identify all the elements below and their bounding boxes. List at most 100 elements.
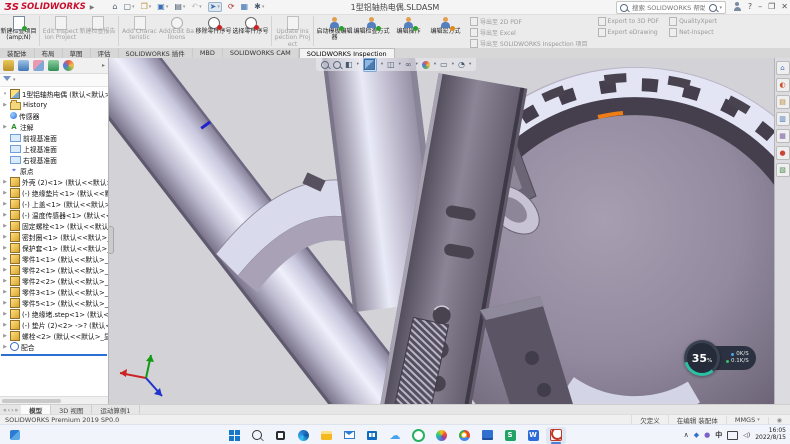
ribbon-template-editor-button[interactable]: 启动模板编辑器 bbox=[316, 14, 353, 48]
home-button[interactable]: ⌂ bbox=[112, 3, 117, 11]
ribbon-balloon-select-button[interactable]: 选择零件序号 bbox=[232, 14, 269, 48]
solidworks-resources-tab[interactable]: ◐ bbox=[776, 78, 790, 92]
home-tab[interactable]: ⌂ bbox=[776, 61, 790, 75]
help-search-box[interactable]: ▾ bbox=[616, 1, 726, 14]
command-tab-SOLIDWORKS Inspection[interactable]: SOLIDWORKS Inspection bbox=[299, 48, 395, 58]
tree-root-item[interactable]: ▾1型铝轴热电偶 (默认<默认>_显示状态-1 bbox=[0, 88, 108, 99]
taskbar-security-button[interactable] bbox=[408, 427, 428, 444]
search-input[interactable] bbox=[630, 3, 707, 13]
dimxpert-manager-tab[interactable] bbox=[48, 60, 59, 71]
tree-item[interactable]: ▶(-) 绝缘堵.step<1> (默认<<默认>_ bbox=[0, 308, 108, 319]
taskbar-solidworks-button[interactable] bbox=[546, 427, 566, 444]
property-manager-tab[interactable] bbox=[18, 60, 29, 71]
command-tab-SOLIDWORKS 插件[interactable]: SOLIDWORKS 插件 bbox=[119, 48, 193, 58]
monitor-icon[interactable] bbox=[727, 431, 738, 440]
export-item[interactable]: 导出至 SOLIDWORKS Inspection 项目 bbox=[470, 39, 588, 48]
ribbon-edit-methods-button[interactable]: 编辑检查方式 bbox=[353, 14, 390, 48]
taskbar-mail-button[interactable] bbox=[339, 427, 359, 444]
close-button[interactable]: ✕ bbox=[781, 2, 788, 11]
tree-item[interactable]: ▶外壳 (2)<1> (默认<<默认>_显示状 bbox=[0, 176, 108, 187]
export-item[interactable]: 导出至 2D PDF bbox=[470, 17, 588, 26]
tree-item[interactable]: 传感器 bbox=[0, 110, 108, 121]
tree-item[interactable]: ▶零件5<1> (默认<<默认>_显示状 bbox=[0, 297, 108, 308]
tree-item[interactable]: ▶(-) 绝缘垫片<1> (默认<<默认>_显 bbox=[0, 187, 108, 198]
taskbar-remote-desktop-button[interactable] bbox=[477, 427, 497, 444]
hud-dropdown-icon[interactable]: ▾ bbox=[416, 62, 418, 67]
tree-item[interactable]: ▶零件3<1> (默认<<默认>_显示状 bbox=[0, 286, 108, 297]
view-orientation-button[interactable] bbox=[363, 58, 377, 72]
taskbar-edge-button[interactable] bbox=[293, 427, 313, 444]
design-library-tab[interactable]: ▤ bbox=[776, 95, 790, 109]
ribbon-characteristic-button[interactable]: Add Characteristic bbox=[121, 14, 158, 48]
taskbar-wps-blue-button[interactable]: W bbox=[523, 427, 543, 444]
view-palette-tab[interactable]: ▦ bbox=[776, 129, 790, 143]
command-tab-草图[interactable]: 草图 bbox=[63, 48, 91, 58]
input-ball-icon[interactable]: ● bbox=[704, 431, 710, 439]
cad-model-canvas[interactable] bbox=[108, 58, 775, 404]
taskbar-search-button[interactable] bbox=[247, 427, 267, 444]
export-item[interactable]: 导出至 Excel bbox=[470, 28, 588, 37]
status-help-icon[interactable]: ◉ bbox=[768, 417, 790, 424]
command-tab-装配体[interactable]: 装配体 bbox=[0, 48, 35, 58]
volume-icon[interactable]: ◁) bbox=[743, 432, 750, 439]
section-view-icon[interactable]: ◧ bbox=[345, 61, 353, 69]
command-tab-MBD[interactable]: MBD bbox=[193, 48, 223, 58]
net-speed-widget[interactable]: 35 % 0K/S 0.1K/S bbox=[684, 340, 756, 376]
taskbar-cloud-button[interactable]: ☁ bbox=[385, 427, 405, 444]
taskbar-chrome-button[interactable] bbox=[454, 427, 474, 444]
tree-filter-bar[interactable]: ▾ bbox=[0, 74, 108, 87]
tree-item[interactable]: ▶History bbox=[0, 99, 108, 110]
tree-item[interactable]: ▶零件1<1> (默认<<默认>_显示状态 bbox=[0, 253, 108, 264]
view-settings-icon[interactable]: ◔ bbox=[458, 61, 465, 69]
edit-appearance-icon[interactable] bbox=[422, 61, 430, 69]
configuration-manager-tab[interactable] bbox=[33, 60, 44, 71]
tree-item[interactable]: ▶(-) 垫片 (2)<2> ->? (默认<<默认> bbox=[0, 319, 108, 330]
hud-dropdown-icon[interactable]: ▾ bbox=[381, 62, 383, 67]
tray-expand-icon[interactable]: ∧ bbox=[684, 431, 689, 439]
export-item[interactable]: QualityXpert bbox=[669, 17, 717, 26]
search-dropdown-icon[interactable]: ▾ bbox=[719, 5, 722, 11]
taskbar-task-view-button[interactable] bbox=[270, 427, 290, 444]
command-tab-评估[interactable]: 评估 bbox=[91, 48, 119, 58]
tree-item[interactable]: ▶固定螺栓<1> (默认<<默认>_显示 bbox=[0, 220, 108, 231]
tree-item[interactable]: ▶(-) 上盖<1> (默认<<默认>_显示状 bbox=[0, 198, 108, 209]
next-tab-button[interactable]: › bbox=[11, 407, 13, 414]
export-item[interactable]: Net-Inspect bbox=[669, 28, 717, 37]
hud-dropdown-icon[interactable]: ▾ bbox=[452, 62, 454, 67]
new-button[interactable]: ▢▾ bbox=[123, 3, 134, 11]
ribbon-doc-plus-button[interactable]: 新建检查项目(amp;N) bbox=[0, 14, 37, 48]
tree-item[interactable]: ▶配合 bbox=[0, 341, 108, 352]
search-go-icon[interactable] bbox=[709, 4, 717, 12]
taskbar-docs-green-button[interactable]: S bbox=[500, 427, 520, 444]
export-item[interactable]: Export eDrawing bbox=[598, 28, 660, 37]
widgets-button[interactable] bbox=[5, 427, 25, 444]
minimize-button[interactable]: – bbox=[758, 2, 762, 11]
tree-item[interactable]: ▶(-) 温度传感器<1> (默认<<默认>_ bbox=[0, 209, 108, 220]
apply-scene-icon[interactable]: ▭ bbox=[440, 61, 448, 69]
ribbon-doc-edit-button[interactable]: Edit Inspection Project bbox=[42, 14, 79, 48]
ribbon-doc-report-button[interactable]: 新建检查报告 bbox=[79, 14, 116, 48]
tree-item[interactable]: ▶A注解 bbox=[0, 121, 108, 132]
tree-item[interactable]: ▶螺栓<2> (默认<<默认>_显示状态 bbox=[0, 330, 108, 341]
command-tab-SOLIDWORKS CAM[interactable]: SOLIDWORKS CAM bbox=[223, 48, 299, 58]
tree-item[interactable]: 上视基准面 bbox=[0, 143, 108, 154]
tree-item[interactable]: 右视基准面 bbox=[0, 154, 108, 165]
scrollbar-thumb[interactable] bbox=[2, 399, 61, 403]
appearances-tab[interactable]: ● bbox=[776, 146, 790, 160]
zoom-area-icon[interactable] bbox=[333, 61, 341, 69]
tree-item[interactable]: 前视基准面 bbox=[0, 132, 108, 143]
feature-manager-tab[interactable] bbox=[3, 60, 14, 71]
ribbon-balloon-remove-button[interactable]: 移除零件序号 bbox=[195, 14, 232, 48]
ribbon-edit-macro-button[interactable]: 编辑宏方式 bbox=[427, 14, 464, 48]
help-button[interactable]: ? bbox=[748, 2, 752, 11]
tree-horizontal-scrollbar[interactable] bbox=[0, 396, 108, 404]
ribbon-edit-operations-button[interactable]: 编辑操作 bbox=[390, 14, 427, 48]
tree-item[interactable]: ⌖原点 bbox=[0, 165, 108, 176]
custom-properties-tab[interactable]: ▧ bbox=[776, 163, 790, 177]
taskbar-clock[interactable]: 16:052022/8/15 bbox=[755, 428, 786, 442]
panel-tabs-overflow-icon[interactable]: ▸ bbox=[102, 62, 105, 69]
hide-show-items-icon[interactable]: ∞ bbox=[405, 61, 412, 69]
tree-item[interactable]: ▶保护套<1> (默认<<默认>_显示状 bbox=[0, 242, 108, 253]
first-tab-button[interactable]: « bbox=[3, 407, 7, 414]
rollback-bar[interactable] bbox=[1, 354, 107, 356]
